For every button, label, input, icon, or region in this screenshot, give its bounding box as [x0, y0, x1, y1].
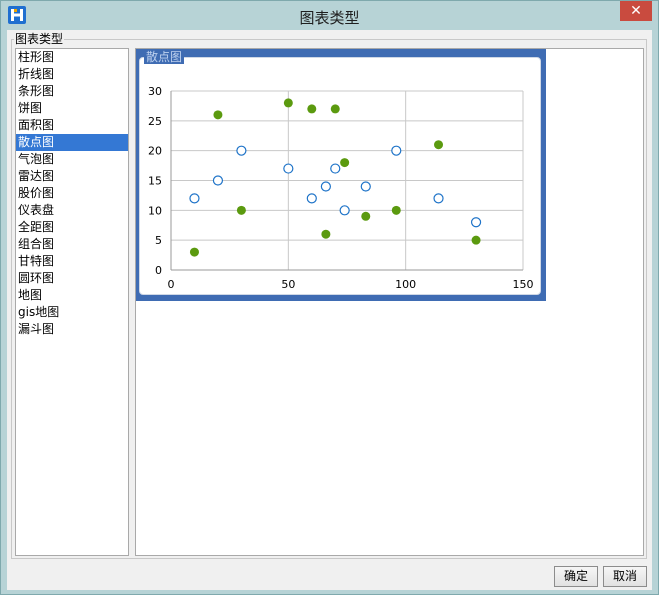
chart-type-item[interactable]: 全距图	[16, 219, 128, 236]
data-point-filled	[189, 247, 199, 257]
y-tick-label: 25	[148, 115, 162, 128]
y-tick-label: 15	[148, 175, 162, 188]
data-point-filled	[471, 235, 481, 245]
data-point-hollow	[212, 175, 224, 186]
chart-type-item[interactable]: 气泡图	[16, 151, 128, 168]
chart-type-item[interactable]: 漏斗图	[16, 321, 128, 338]
data-point-hollow	[330, 163, 341, 174]
chart-type-item[interactable]: 面积图	[16, 117, 128, 134]
y-tick-label: 5	[155, 234, 162, 247]
chart-preview-label: 散点图	[144, 50, 185, 64]
data-point-hollow	[360, 181, 371, 192]
chart-preview-frame: 0 5 10 15 20 25 30 0 50 100 150 散点图	[136, 49, 546, 301]
x-tick-label: 150	[513, 278, 534, 291]
data-point-hollow	[283, 163, 294, 174]
x-tick-label: 0	[168, 278, 175, 291]
chart-type-item[interactable]: 股价图	[16, 185, 128, 202]
y-tick-label: 0	[155, 264, 162, 277]
x-tick-label: 50	[281, 278, 295, 291]
window-title: 图表类型	[299, 9, 360, 27]
data-point-hollow	[189, 193, 200, 204]
chart-type-item[interactable]: 折线图	[16, 66, 128, 83]
chart-type-item[interactable]: 雷达图	[16, 168, 128, 185]
y-tick-label: 20	[148, 145, 162, 158]
y-tick-label: 10	[148, 204, 162, 217]
data-point-hollow	[391, 145, 402, 156]
dialog-body: 图表类型 柱形图 折线图 条形图 饼图 面积图 散点图 气泡图 雷达图 股价图 仪表盘 全距图 组合图…	[7, 30, 652, 590]
cancel-button[interactable]: 取消	[603, 566, 647, 587]
chart-preview-panel: 0 5 10 15 20 25 30 0 50 100 150 散点图	[135, 48, 644, 556]
data-point-filled	[213, 110, 223, 120]
data-point-hollow	[470, 217, 482, 228]
title-bar[interactable]: 图表类型 ✕	[1, 1, 658, 30]
data-point-filled	[340, 158, 350, 168]
data-point-hollow	[306, 193, 317, 204]
chart-type-item[interactable]: 条形图	[16, 83, 128, 100]
chart-type-item[interactable]: 地图	[16, 287, 128, 304]
data-point-filled	[361, 211, 371, 221]
close-icon: ✕	[630, 3, 642, 19]
data-point-filled	[283, 98, 293, 108]
close-button[interactable]: ✕	[620, 1, 652, 21]
data-point-hollow	[339, 205, 350, 216]
data-point-hollow	[320, 181, 331, 192]
data-point-filled	[434, 140, 444, 150]
group-label: 图表类型	[14, 32, 65, 46]
dialog-window: 图表类型 ✕ 图表类型 柱形图 折线图 条形图 饼图 面积图 散点图 气泡图 雷达图 股价图 仪表…	[0, 0, 659, 595]
y-tick-label: 30	[148, 85, 162, 98]
chart-type-item[interactable]: 饼图	[16, 100, 128, 117]
chart-type-item[interactable]: 仪表盘	[16, 202, 128, 219]
data-point-hollow	[236, 145, 247, 156]
data-point-filled	[330, 104, 340, 114]
scatter-chart: 0 5 10 15 20 25 30 0 50 100 150	[148, 85, 534, 291]
x-tick-label: 100	[395, 278, 416, 291]
data-point-filled	[391, 205, 401, 215]
chart-type-item[interactable]: 圆环图	[16, 270, 128, 287]
data-point-filled	[307, 104, 317, 114]
chart-type-item[interactable]: 甘特图	[16, 253, 128, 270]
data-point-filled	[236, 205, 246, 215]
chart-type-group: 图表类型 柱形图 折线图 条形图 饼图 面积图 散点图 气泡图 雷达图 股价图 仪表盘 全距图 组合图…	[11, 32, 647, 559]
chart-type-item[interactable]: 柱形图	[16, 49, 128, 66]
ok-button[interactable]: 确定	[554, 566, 598, 587]
chart-preview-area: 0 5 10 15 20 25 30 0 50 100 150	[139, 57, 541, 295]
chart-type-item[interactable]: 散点图	[16, 134, 128, 151]
data-point-filled	[321, 229, 331, 239]
data-point-hollow	[433, 193, 444, 204]
chart-type-item[interactable]: gis地图	[16, 304, 128, 321]
chart-type-list[interactable]: 柱形图 折线图 条形图 饼图 面积图 散点图 气泡图 雷达图 股价图 仪表盘 全距图 组合图 甘特图 圆环…	[15, 48, 129, 556]
chart-type-item[interactable]: 组合图	[16, 236, 128, 253]
